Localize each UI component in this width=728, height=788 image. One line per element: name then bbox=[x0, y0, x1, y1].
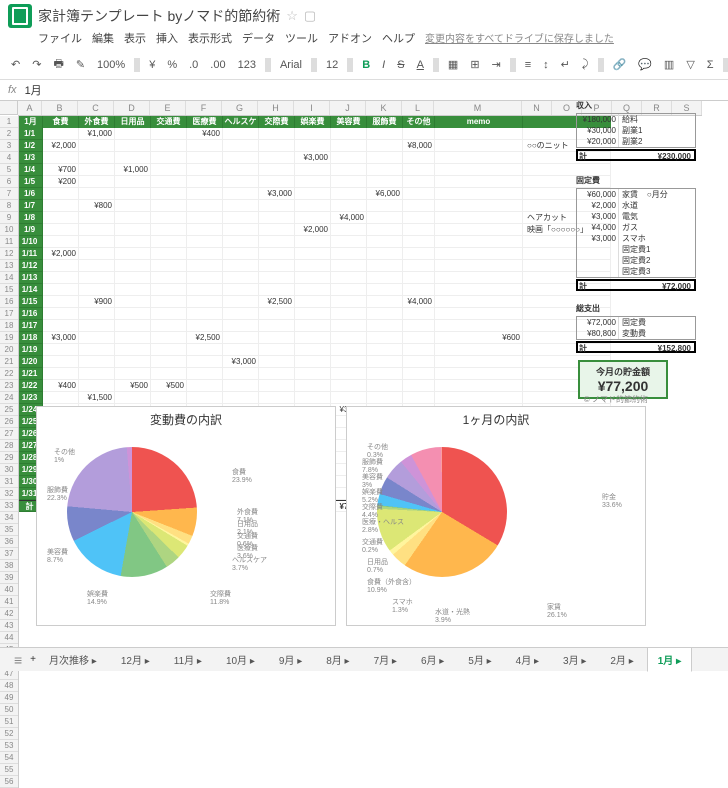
menu-ツール[interactable]: ツール bbox=[285, 30, 318, 46]
redo-icon[interactable]: ↷ bbox=[29, 56, 44, 73]
dec-down[interactable]: .0 bbox=[186, 57, 201, 73]
header-cell[interactable]: 日用品 bbox=[115, 116, 151, 128]
sheet-tab-9月[interactable]: 9月 ▸ bbox=[268, 647, 313, 672]
sheet-tab-8月[interactable]: 8月 ▸ bbox=[315, 647, 360, 672]
fixed-title: 固定費 bbox=[576, 175, 696, 186]
fill-color-icon[interactable]: ▦ bbox=[445, 56, 461, 73]
merge-icon[interactable]: ⇥ bbox=[489, 56, 504, 73]
folder-icon[interactable]: ▢ bbox=[304, 8, 316, 24]
income-total: ¥230,000 bbox=[588, 151, 694, 159]
menu-ファイル[interactable]: ファイル bbox=[38, 30, 82, 46]
chart-variable-expenses[interactable]: 変動費の内訳 食費23.9%外食費7.1%日用品2.1%交通費0.6%医療費3.… bbox=[36, 406, 336, 626]
expense-title: 総支出 bbox=[576, 303, 696, 314]
header-cell[interactable]: 交際費 bbox=[259, 116, 295, 128]
sheets-logo[interactable] bbox=[8, 4, 32, 28]
filter-icon[interactable]: ▽ bbox=[683, 56, 697, 73]
borders-icon[interactable]: ⊞ bbox=[467, 56, 482, 73]
doc-title[interactable]: 家計簿テンプレート byノマド的節約術 bbox=[38, 6, 280, 26]
menu-ヘルプ[interactable]: ヘルプ bbox=[382, 30, 415, 46]
italic-button[interactable]: I bbox=[379, 57, 388, 73]
income-title: 収入 bbox=[576, 100, 696, 111]
fx-label: fx bbox=[8, 84, 17, 96]
header-cell[interactable]: その他 bbox=[403, 116, 435, 128]
header-cell[interactable]: 1月 bbox=[19, 116, 43, 128]
header-cell[interactable]: 外食費 bbox=[79, 116, 115, 128]
sheet-tab-11月[interactable]: 11月 ▸ bbox=[163, 647, 213, 672]
font-select[interactable]: Arial bbox=[277, 57, 305, 73]
sheet-tab-3月[interactable]: 3月 ▸ bbox=[552, 647, 597, 672]
sheet-tab-月次推移[interactable]: 月次推移 ▸ bbox=[38, 647, 108, 672]
sheet-tab-6月[interactable]: 6月 ▸ bbox=[410, 647, 455, 672]
sheet-tab-10月[interactable]: 10月 ▸ bbox=[215, 647, 266, 672]
header-cell[interactable]: 交通費 bbox=[151, 116, 187, 128]
header-cell[interactable]: 医療費 bbox=[187, 116, 223, 128]
all-sheets-icon[interactable]: ≡ bbox=[8, 652, 28, 668]
sheet-tab-1月[interactable]: 1月 ▸ bbox=[647, 647, 692, 672]
header-cell[interactable]: 服飾費 bbox=[367, 116, 403, 128]
toolbar: ↶ ↷ 🖶 ✎ 100% ¥ % .0 .00 123 Arial 12 B I… bbox=[0, 50, 728, 80]
menu-表示形式[interactable]: 表示形式 bbox=[188, 30, 232, 46]
add-sheet-icon[interactable]: + bbox=[30, 654, 36, 665]
rotate-icon[interactable]: ⤸ bbox=[579, 56, 592, 73]
functions-icon[interactable]: Σ bbox=[704, 57, 717, 73]
fx-input[interactable]: 1月 bbox=[25, 82, 42, 98]
bold-button[interactable]: B bbox=[359, 57, 373, 73]
menu-挿入[interactable]: 挿入 bbox=[156, 30, 178, 46]
zoom-select[interactable]: 100% bbox=[94, 57, 128, 73]
sheet-tab-4月[interactable]: 4月 ▸ bbox=[505, 647, 550, 672]
undo-icon[interactable]: ↶ bbox=[8, 56, 23, 73]
menu-アドオン[interactable]: アドオン bbox=[328, 30, 372, 46]
select-all-corner[interactable] bbox=[0, 101, 18, 115]
chart-monthly-breakdown[interactable]: 1ヶ月の内訳 貯金33.6%家賃26.1%水道・光熱3.9%スマホ1.3%食費（… bbox=[346, 406, 646, 626]
valign-icon[interactable]: ↕ bbox=[540, 57, 552, 73]
sheet-tab-7月[interactable]: 7月 ▸ bbox=[363, 647, 408, 672]
header-cell[interactable]: 食費 bbox=[43, 116, 79, 128]
text-color[interactable]: A bbox=[414, 57, 427, 73]
halign-icon[interactable]: ≡ bbox=[522, 57, 534, 73]
row-headers[interactable]: 1234567891011121314151617181920212223242… bbox=[0, 116, 19, 788]
wrap-icon[interactable]: ↵ bbox=[558, 56, 573, 73]
menu-編集[interactable]: 編集 bbox=[92, 30, 114, 46]
header-cell[interactable]: ヘルスケア bbox=[223, 116, 259, 128]
header-cell[interactable]: memo bbox=[435, 116, 523, 128]
fixed-total: ¥72,000 bbox=[588, 281, 694, 289]
savings-value: ¥77,200 bbox=[583, 378, 663, 394]
currency-icon[interactable]: ¥ bbox=[146, 57, 158, 73]
format-select[interactable]: 123 bbox=[235, 57, 259, 73]
sheet-tab-2月[interactable]: 2月 ▸ bbox=[599, 647, 644, 672]
sheet-tab-5月[interactable]: 5月 ▸ bbox=[457, 647, 502, 672]
print-icon[interactable]: 🖶 bbox=[50, 53, 66, 76]
expense-total: ¥152,800 bbox=[588, 343, 694, 351]
font-size[interactable]: 12 bbox=[323, 57, 341, 73]
percent-icon[interactable]: % bbox=[164, 57, 180, 73]
dec-up[interactable]: .00 bbox=[207, 57, 228, 73]
header-cell[interactable]: 美容費 bbox=[331, 116, 367, 128]
menu-表示[interactable]: 表示 bbox=[124, 30, 146, 46]
sheet-tabs: ≡ + 月次推移 ▸12月 ▸11月 ▸10月 ▸9月 ▸8月 ▸7月 ▸6月 … bbox=[0, 647, 728, 671]
link-icon[interactable]: 🔗 bbox=[610, 56, 630, 73]
menubar: ファイル編集表示挿入表示形式データツールアドオンヘルプ変更内容をすべてドライブに… bbox=[8, 30, 720, 46]
strike-button[interactable]: S bbox=[394, 57, 407, 73]
paint-icon[interactable]: ✎ bbox=[73, 56, 88, 73]
credit-text: © ノマド的節約術 bbox=[584, 394, 648, 405]
save-status: 変更内容をすべてドライブに保存しました bbox=[425, 30, 614, 46]
comment-icon[interactable]: 💬 bbox=[635, 56, 655, 73]
header-cell[interactable]: 娯楽費 bbox=[295, 116, 331, 128]
sheet-tab-12月[interactable]: 12月 ▸ bbox=[110, 647, 161, 672]
star-icon[interactable]: ☆ bbox=[286, 8, 298, 24]
chart-icon[interactable]: ▥ bbox=[661, 56, 677, 73]
menu-データ[interactable]: データ bbox=[242, 30, 275, 46]
